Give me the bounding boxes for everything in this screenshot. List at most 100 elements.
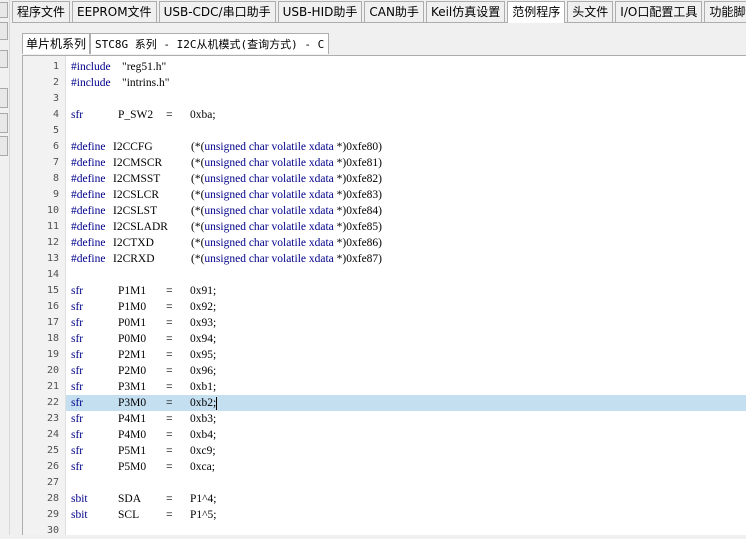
register-address: 0x92; <box>190 301 217 313</box>
keyword: sfr <box>71 397 84 409</box>
macro-value: (*(unsigned char volatile xdata *)0xfe80… <box>191 141 382 153</box>
keyword: sfr <box>71 301 84 313</box>
code-line[interactable]: sfr P3M0 = 0xb2; <box>66 395 746 411</box>
macro-value: (*(unsigned char volatile xdata *)0xfe85… <box>191 221 382 233</box>
operator: = <box>166 397 173 409</box>
code-line[interactable]: sfr P4M0 = 0xb4; <box>66 427 746 443</box>
code-line[interactable]: sfr P5M1 = 0xc9; <box>66 443 746 459</box>
line-number: 11 <box>46 221 59 232</box>
macro-value: (*(unsigned char volatile xdata *)0xfe81… <box>191 157 382 169</box>
line-number: 21 <box>46 381 59 392</box>
code-line[interactable] <box>66 123 746 139</box>
code-line[interactable] <box>66 91 746 107</box>
tab-9[interactable]: 功能脚切换 <box>704 1 746 22</box>
keyword: sfr <box>71 333 84 345</box>
code-line[interactable]: sfr P0M0 = 0x94; <box>66 331 746 347</box>
line-number: 13 <box>46 253 59 264</box>
left-panel-dropdown[interactable] <box>0 50 8 68</box>
code-line[interactable] <box>66 523 746 539</box>
code-line[interactable]: sfr P2M0 = 0x96; <box>66 363 746 379</box>
left-panel-button[interactable] <box>0 22 8 40</box>
tab-5[interactable]: Keil仿真设置 <box>425 1 506 22</box>
code-line[interactable]: #define I2CSLCR (*(unsigned char volatile … <box>66 187 746 203</box>
preprocessor-directive: #define <box>71 157 106 169</box>
tab-8[interactable]: I/O口配置工具 <box>615 1 703 22</box>
left-panel-button[interactable] <box>0 88 8 108</box>
code-line[interactable]: #define I2CMSST (*(unsigned char volatile … <box>66 171 746 187</box>
code-line[interactable]: #include "intrins.h" <box>66 75 746 91</box>
register-address: 0xc9; <box>190 445 216 457</box>
register-address: 0x96; <box>190 365 217 377</box>
line-number: 16 <box>46 301 59 312</box>
code-line[interactable]: sfr P5M0 = 0xca; <box>66 459 746 475</box>
tab-4[interactable]: CAN助手 <box>364 1 424 22</box>
left-panel-button[interactable] <box>0 2 8 18</box>
code-line[interactable]: #define I2CTXD (*(unsigned char volatile x… <box>66 235 746 251</box>
tab-mcu-series[interactable]: 单片机系列 <box>22 33 91 54</box>
operator: = <box>166 445 173 457</box>
operator: = <box>166 493 173 505</box>
macro-value: (*(unsigned char volatile xdata *)0xfe84… <box>191 205 382 217</box>
keyword: sbit <box>71 509 88 521</box>
operator: = <box>166 285 173 297</box>
line-number: 18 <box>46 333 59 344</box>
code-line[interactable]: sbit SDA = P1^4; <box>66 491 746 507</box>
keyword: sfr <box>71 461 84 473</box>
left-panel-button[interactable] <box>0 136 8 156</box>
register-name: P4M0 <box>118 429 147 441</box>
operator: = <box>166 365 173 377</box>
code-line[interactable]: sbit SCL = P1^5; <box>66 507 746 523</box>
line-number: 7 <box>52 157 59 168</box>
tab-0[interactable]: 程序文件 <box>12 1 71 22</box>
code-line[interactable]: #define I2CSLST (*(unsigned char volatile … <box>66 203 746 219</box>
include-path: "intrins.h" <box>122 77 170 89</box>
code-editor[interactable]: 1 2 3 4 5 6 7 8 9 10 11 12 13 14 15 16 17 18 19 20 21 22 23 24 2… <box>22 56 746 536</box>
register-name: P5M0 <box>118 461 147 473</box>
code-line[interactable]: sfr P1M0 = 0x92; <box>66 299 746 315</box>
line-number: 9 <box>52 189 59 200</box>
register-address: 0xb4; <box>190 429 217 441</box>
preprocessor-directive: #include <box>71 61 111 73</box>
line-number: 26 <box>46 461 59 472</box>
code-line[interactable]: sfr P4M1 = 0xb3; <box>66 411 746 427</box>
tab-7[interactable]: 头文件 <box>567 1 614 22</box>
code-line[interactable]: #define I2CSLADR (*(unsigned char volatile… <box>66 219 746 235</box>
macro-name: I2CSLCR <box>113 189 160 201</box>
example-file-selector[interactable]: STC8G 系列 - I2C从机模式(查询方式) - C <box>90 33 330 54</box>
keyword: sfr <box>71 109 84 121</box>
operator: = <box>166 301 173 313</box>
left-panel-button[interactable] <box>0 113 8 133</box>
tab-6[interactable]: 范例程序 <box>507 1 566 23</box>
tab-2[interactable]: USB-CDC/串口助手 <box>158 1 276 22</box>
code-line[interactable]: #define I2CMSCR (*(unsigned char volatile … <box>66 155 746 171</box>
line-number: 4 <box>52 109 59 120</box>
tab-3[interactable]: USB-HID助手 <box>277 1 363 22</box>
register-name: P1M1 <box>118 285 147 297</box>
preprocessor-directive: #define <box>71 189 106 201</box>
tab-1[interactable]: EEPROM文件 <box>72 1 157 22</box>
code-line[interactable] <box>66 267 746 283</box>
code-line[interactable]: #define I2CRXD (*(unsigned char volatile x… <box>66 251 746 267</box>
register-address: 0xca; <box>190 461 215 473</box>
register-name: P2M0 <box>118 365 147 377</box>
keyword: sfr <box>71 285 84 297</box>
include-path: "reg51.h" <box>122 61 167 73</box>
left-panel-strip <box>0 0 10 535</box>
register-address: P1^5; <box>190 509 217 521</box>
line-number: 17 <box>46 317 59 328</box>
code-line[interactable] <box>66 475 746 491</box>
code-line[interactable]: sfr P0M1 = 0x93; <box>66 315 746 331</box>
code-line[interactable]: sfr P1M1 = 0x91; <box>66 283 746 299</box>
code-line[interactable]: #include "reg51.h" <box>66 59 746 75</box>
code-line[interactable]: sfr P_SW2 = 0xba; <box>66 107 746 123</box>
operator: = <box>166 461 173 473</box>
register-name: P0M0 <box>118 333 147 345</box>
operator: = <box>166 429 173 441</box>
preprocessor-directive: #define <box>71 141 106 153</box>
main-tab-bar: 程序文件 EEPROM文件 USB-CDC/串口助手 USB-HID助手 CAN助手 Ke… <box>12 0 746 23</box>
code-line[interactable]: #define I2CCFG (*(unsigned char volatile x… <box>66 139 746 155</box>
preprocessor-directive: #define <box>71 253 106 265</box>
code-line[interactable]: sfr P2M1 = 0x95; <box>66 347 746 363</box>
code-line[interactable]: sfr P3M1 = 0xb1; <box>66 379 746 395</box>
keyword: sfr <box>71 349 84 361</box>
